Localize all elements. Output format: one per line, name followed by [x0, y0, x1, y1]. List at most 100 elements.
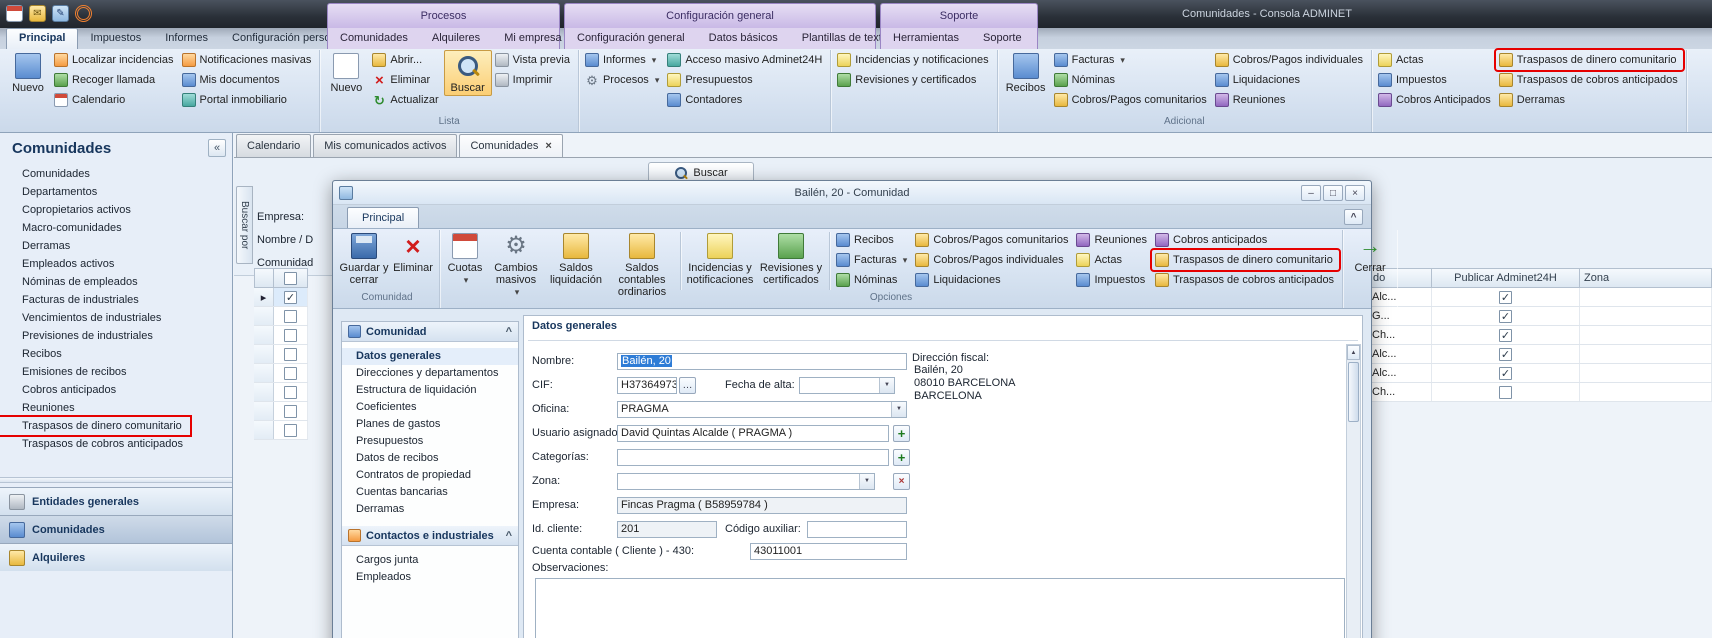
tab-mi-empresa[interactable]: Mi empresa: [492, 28, 573, 49]
calendar-icon[interactable]: [6, 5, 23, 22]
usuario-asignado-input[interactable]: David Quintas Alcalde ( PRAGMA ): [617, 425, 889, 442]
collapse-sidebar-icon[interactable]: [208, 139, 226, 157]
cif-lookup-button[interactable]: [679, 377, 696, 394]
tab-herramientas[interactable]: Herramientas: [881, 28, 971, 49]
cobros-anticipados-button[interactable]: Cobros anticipados: [1152, 230, 1339, 250]
sidebar-item-reuniones[interactable]: Reuniones: [0, 399, 83, 417]
publicar-checkbox[interactable]: [1499, 329, 1512, 342]
contadores-button[interactable]: Contadores: [664, 90, 827, 110]
liquidaciones-button[interactable]: Liquidaciones: [1212, 70, 1368, 90]
sidebar-item-vencimientos-industriales[interactable]: Vencimientos de industriales: [0, 309, 169, 327]
row-checkbox[interactable]: [284, 386, 297, 399]
sidebar-item-recibos[interactable]: Recibos: [0, 345, 70, 363]
table-row[interactable]: [254, 364, 308, 383]
row-checkbox[interactable]: [284, 291, 297, 304]
table-row[interactable]: Ch...: [1368, 326, 1712, 345]
publicar-checkbox[interactable]: [1499, 348, 1512, 361]
cobros-pagos-individuales-button[interactable]: Cobros/Pagos individuales: [912, 250, 1073, 270]
sidebar-item-departamentos[interactable]: Departamentos: [0, 183, 105, 201]
nominas-button[interactable]: Nóminas: [833, 270, 912, 290]
nav-item-datos-recibos[interactable]: Datos de recibos: [342, 450, 518, 467]
row-checkbox[interactable]: [284, 329, 297, 342]
liquidaciones-button[interactable]: Liquidaciones: [912, 270, 1073, 290]
facturas-menu-button[interactable]: Facturas: [833, 250, 912, 270]
reuniones-button[interactable]: Reuniones: [1212, 90, 1368, 110]
tab-soporte[interactable]: Soporte: [971, 28, 1034, 49]
sidebar-item-facturas-industriales[interactable]: Facturas de industriales: [0, 291, 147, 309]
notificaciones-masivas-button[interactable]: Notificaciones masivas: [179, 50, 317, 70]
categorias-add-icon[interactable]: [893, 449, 910, 466]
sidebar-item-macro-comunidades[interactable]: Macro-comunidades: [0, 219, 130, 237]
row-checkbox[interactable]: [284, 310, 297, 323]
column-header-zona[interactable]: Zona: [1580, 268, 1712, 288]
sidebar-item-derramas[interactable]: Derramas: [0, 237, 78, 255]
band-alquileres[interactable]: Alquileres: [0, 543, 232, 571]
eliminar-button[interactable]: Eliminar: [390, 230, 436, 276]
usuario-search-add-icon[interactable]: [893, 425, 910, 442]
dialog-tab-principal[interactable]: Principal: [347, 207, 419, 228]
sidebar-item-cobros-anticipados[interactable]: Cobros anticipados: [0, 381, 124, 399]
sidebar-item-previsiones-industriales[interactable]: Previsiones de industriales: [0, 327, 161, 345]
publicar-checkbox[interactable]: [1499, 310, 1512, 323]
cuotas-button[interactable]: Cuotas: [443, 230, 487, 288]
select-all-checkbox[interactable]: [284, 272, 297, 285]
form-scrollbar[interactable]: [1346, 344, 1361, 638]
restore-icon[interactable]: [1323, 185, 1343, 201]
incidencias-notificaciones-button[interactable]: Incidencias y notificaciones: [834, 50, 993, 70]
saldos-liquidacion-button[interactable]: Saldos liquidación: [545, 230, 607, 288]
tab-mis-comunicados-doc[interactable]: Mis comunicados activos: [313, 134, 457, 157]
localizar-incidencias-button[interactable]: Localizar incidencias: [51, 50, 179, 70]
table-row[interactable]: [254, 307, 308, 326]
cerrar-button[interactable]: Cerrar: [1346, 230, 1394, 276]
cif-input[interactable]: H37364973: [617, 377, 677, 394]
table-row[interactable]: Alc...: [1368, 345, 1712, 364]
tab-principal[interactable]: Principal: [6, 28, 78, 49]
oficina-combo[interactable]: PRAGMA: [617, 401, 907, 418]
nominas-button[interactable]: Nóminas: [1051, 70, 1212, 90]
zona-combo[interactable]: [617, 473, 875, 490]
actualizar-button[interactable]: Actualizar: [369, 90, 443, 110]
saldos-contables-button[interactable]: Saldos contables ordinarios: [607, 230, 677, 300]
traspasos-cobros-anticipados-button[interactable]: Traspasos de cobros anticipados: [1152, 270, 1339, 290]
cobros-pagos-comunitarios-button[interactable]: Cobros/Pagos comunitarios: [1051, 90, 1212, 110]
sidebar-splitter[interactable]: [0, 477, 232, 483]
section-contactos-header[interactable]: Contactos e industriales: [342, 526, 518, 546]
chevron-down-icon[interactable]: [859, 474, 874, 489]
traspasos-cobros-anticipados-button[interactable]: Traspasos de cobros anticipados: [1496, 70, 1683, 90]
cobros-pagos-comunitarios-button[interactable]: Cobros/Pagos comunitarios: [912, 230, 1073, 250]
collapse-ribbon-icon[interactable]: [1344, 209, 1363, 225]
sidebar-item-traspasos-dinero-comunitario[interactable]: Traspasos de dinero comunitario: [0, 417, 190, 435]
buscar-button[interactable]: Buscar: [444, 50, 492, 96]
traspasos-dinero-comunitario-button[interactable]: Traspasos de dinero comunitario: [1496, 50, 1683, 70]
close-icon[interactable]: [1345, 185, 1365, 201]
mis-documentos-button[interactable]: Mis documentos: [179, 70, 317, 90]
buscar-por-tab[interactable]: Buscar por: [236, 186, 253, 264]
chevron-down-icon[interactable]: [891, 402, 906, 417]
informes-menu-button[interactable]: Informes: [582, 50, 664, 70]
dialog-titlebar[interactable]: Bailén, 20 - Comunidad: [333, 181, 1371, 205]
table-row[interactable]: [254, 383, 308, 402]
nav-item-planes-gastos[interactable]: Planes de gastos: [342, 416, 518, 433]
publicar-checkbox[interactable]: [1499, 386, 1512, 399]
fecha-alta-combo[interactable]: [799, 377, 895, 394]
tab-impuestos[interactable]: Impuestos: [78, 28, 153, 49]
close-tab-icon[interactable]: [545, 140, 551, 152]
tab-informes[interactable]: Informes: [153, 28, 220, 49]
sidebar-item-emisiones-recibos[interactable]: Emisiones de recibos: [0, 363, 135, 381]
nav-item-direcciones[interactable]: Direcciones y departamentos: [342, 365, 518, 382]
calendario-button[interactable]: Calendario: [51, 90, 179, 110]
codigo-auxiliar-input[interactable]: [807, 521, 907, 538]
scroll-up-icon[interactable]: [1347, 345, 1360, 360]
nav-item-cuentas-bancarias[interactable]: Cuentas bancarias: [342, 484, 518, 501]
facturas-menu-button[interactable]: Facturas: [1051, 50, 1212, 70]
traspasos-dinero-comunitario-button[interactable]: Traspasos de dinero comunitario: [1152, 250, 1339, 270]
tab-comunidades-doc[interactable]: Comunidades: [459, 134, 562, 157]
nav-item-cargos-junta[interactable]: Cargos junta: [342, 552, 518, 569]
column-header-publicar[interactable]: Publicar Adminet24H: [1432, 268, 1580, 288]
nav-item-estructura-liquidacion[interactable]: Estructura de liquidación: [342, 382, 518, 399]
table-row[interactable]: [254, 288, 308, 307]
nav-item-empleados[interactable]: Empleados: [342, 569, 518, 586]
cambios-masivos-button[interactable]: Cambios masivos: [487, 230, 545, 300]
table-row[interactable]: [254, 326, 308, 345]
zona-clear-icon[interactable]: [893, 473, 910, 490]
